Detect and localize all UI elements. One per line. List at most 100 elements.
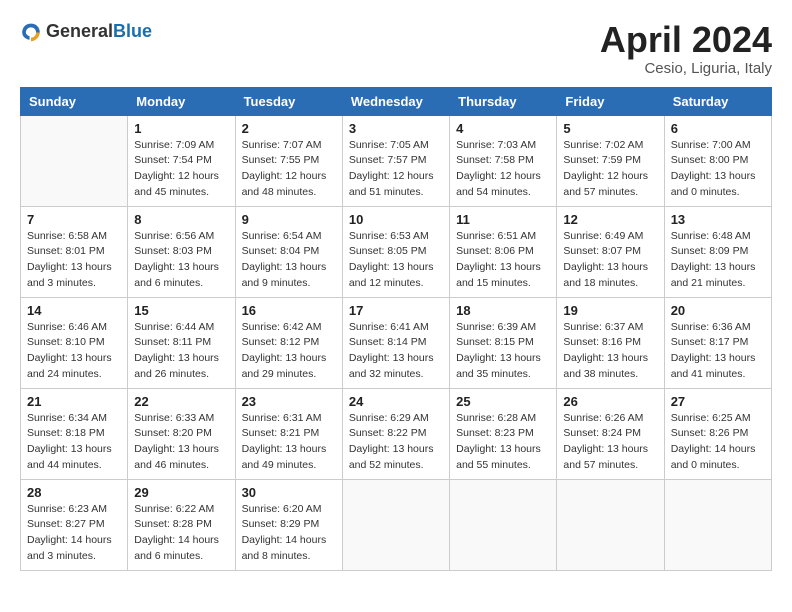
day-info: Sunrise: 6:53 AM Sunset: 8:05 PM Dayligh…	[349, 229, 443, 292]
week-row-0: 1 Sunrise: 7:09 AM Sunset: 7:54 PM Daylig…	[21, 115, 772, 206]
calendar-cell: 17 Sunrise: 6:41 AM Sunset: 8:14 PM Dayli…	[342, 297, 449, 388]
calendar-cell: 3 Sunrise: 7:05 AM Sunset: 7:57 PM Daylig…	[342, 115, 449, 206]
header-cell-wednesday: Wednesday	[342, 87, 449, 115]
day-number: 3	[349, 121, 443, 136]
calendar-cell: 19 Sunrise: 6:37 AM Sunset: 8:16 PM Dayli…	[557, 297, 664, 388]
day-number: 28	[27, 485, 121, 500]
day-number: 29	[134, 485, 228, 500]
calendar-cell: 24 Sunrise: 6:29 AM Sunset: 8:22 PM Dayli…	[342, 388, 449, 479]
day-number: 17	[349, 303, 443, 318]
day-info: Sunrise: 6:25 AM Sunset: 8:26 PM Dayligh…	[671, 411, 765, 474]
header-row: SundayMondayTuesdayWednesdayThursdayFrid…	[21, 87, 772, 115]
day-number: 23	[242, 394, 336, 409]
day-number: 5	[563, 121, 657, 136]
day-info: Sunrise: 6:34 AM Sunset: 8:18 PM Dayligh…	[27, 411, 121, 474]
day-info: Sunrise: 7:03 AM Sunset: 7:58 PM Dayligh…	[456, 138, 550, 201]
calendar-cell	[450, 479, 557, 570]
day-info: Sunrise: 6:44 AM Sunset: 8:11 PM Dayligh…	[134, 320, 228, 383]
day-info: Sunrise: 7:09 AM Sunset: 7:54 PM Dayligh…	[134, 138, 228, 201]
calendar-cell: 18 Sunrise: 6:39 AM Sunset: 8:15 PM Dayli…	[450, 297, 557, 388]
day-number: 24	[349, 394, 443, 409]
day-info: Sunrise: 6:26 AM Sunset: 8:24 PM Dayligh…	[563, 411, 657, 474]
day-info: Sunrise: 7:02 AM Sunset: 7:59 PM Dayligh…	[563, 138, 657, 201]
day-info: Sunrise: 6:42 AM Sunset: 8:12 PM Dayligh…	[242, 320, 336, 383]
calendar-cell	[21, 115, 128, 206]
day-number: 11	[456, 212, 550, 227]
calendar-cell: 30 Sunrise: 6:20 AM Sunset: 8:29 PM Dayli…	[235, 479, 342, 570]
calendar-cell: 5 Sunrise: 7:02 AM Sunset: 7:59 PM Daylig…	[557, 115, 664, 206]
week-row-2: 14Sunrise: 6:46 AM Sunset: 8:10 PM Dayli…	[21, 297, 772, 388]
calendar-title: April 2024	[600, 20, 772, 60]
day-number: 16	[242, 303, 336, 318]
calendar-cell	[342, 479, 449, 570]
calendar-cell: 6 Sunrise: 7:00 AM Sunset: 8:00 PM Daylig…	[664, 115, 771, 206]
calendar-cell: 21 Sunrise: 6:34 AM Sunset: 8:18 PM Dayli…	[21, 388, 128, 479]
week-row-1: 7 Sunrise: 6:58 AM Sunset: 8:01 PM Daylig…	[21, 206, 772, 297]
day-info: Sunrise: 6:29 AM Sunset: 8:22 PM Dayligh…	[349, 411, 443, 474]
day-info: Sunrise: 6:48 AM Sunset: 8:09 PM Dayligh…	[671, 229, 765, 292]
day-number: 21	[27, 394, 121, 409]
header-cell-sunday: Sunday	[21, 87, 128, 115]
day-number: 6	[671, 121, 765, 136]
day-info: Sunrise: 6:20 AM Sunset: 8:29 PM Dayligh…	[242, 502, 336, 565]
day-number: 22	[134, 394, 228, 409]
day-info: Sunrise: 6:37 AM Sunset: 8:16 PM Dayligh…	[563, 320, 657, 383]
calendar-cell: 23 Sunrise: 6:31 AM Sunset: 8:21 PM Dayli…	[235, 388, 342, 479]
calendar-cell: 15 Sunrise: 6:44 AM Sunset: 8:11 PM Dayli…	[128, 297, 235, 388]
calendar-cell: 4 Sunrise: 7:03 AM Sunset: 7:58 PM Daylig…	[450, 115, 557, 206]
calendar-cell: 8Sunrise: 6:56 AM Sunset: 8:03 PM Daylig…	[128, 206, 235, 297]
header-cell-monday: Monday	[128, 87, 235, 115]
day-number: 4	[456, 121, 550, 136]
calendar-cell: 22 Sunrise: 6:33 AM Sunset: 8:20 PM Dayli…	[128, 388, 235, 479]
header-cell-tuesday: Tuesday	[235, 87, 342, 115]
logo-icon	[20, 20, 42, 42]
calendar-cell: 29 Sunrise: 6:22 AM Sunset: 8:28 PM Dayli…	[128, 479, 235, 570]
day-number: 19	[563, 303, 657, 318]
day-info: Sunrise: 6:58 AM Sunset: 8:01 PM Dayligh…	[27, 229, 121, 292]
day-info: Sunrise: 7:00 AM Sunset: 8:00 PM Dayligh…	[671, 138, 765, 201]
day-number: 9	[242, 212, 336, 227]
day-number: 15	[134, 303, 228, 318]
day-info: Sunrise: 6:41 AM Sunset: 8:14 PM Dayligh…	[349, 320, 443, 383]
calendar-subtitle: Cesio, Liguria, Italy	[600, 60, 772, 77]
calendar-cell: 13 Sunrise: 6:48 AM Sunset: 8:09 PM Dayli…	[664, 206, 771, 297]
day-info: Sunrise: 6:28 AM Sunset: 8:23 PM Dayligh…	[456, 411, 550, 474]
day-number: 13	[671, 212, 765, 227]
day-info: Sunrise: 7:05 AM Sunset: 7:57 PM Dayligh…	[349, 138, 443, 201]
day-number: 7	[27, 212, 121, 227]
day-info: Sunrise: 6:23 AM Sunset: 8:27 PM Dayligh…	[27, 502, 121, 565]
day-info: Sunrise: 6:51 AM Sunset: 8:06 PM Dayligh…	[456, 229, 550, 292]
page-header: GeneralBlue April 2024 Cesio, Liguria, I…	[20, 20, 772, 77]
header-cell-thursday: Thursday	[450, 87, 557, 115]
calendar-cell: 2Sunrise: 7:07 AM Sunset: 7:55 PM Daylig…	[235, 115, 342, 206]
day-info: Sunrise: 6:36 AM Sunset: 8:17 PM Dayligh…	[671, 320, 765, 383]
day-info: Sunrise: 6:31 AM Sunset: 8:21 PM Dayligh…	[242, 411, 336, 474]
calendar-table: SundayMondayTuesdayWednesdayThursdayFrid…	[20, 87, 772, 571]
day-number: 18	[456, 303, 550, 318]
calendar-cell: 25Sunrise: 6:28 AM Sunset: 8:23 PM Dayli…	[450, 388, 557, 479]
calendar-cell: 1 Sunrise: 7:09 AM Sunset: 7:54 PM Daylig…	[128, 115, 235, 206]
day-info: Sunrise: 6:22 AM Sunset: 8:28 PM Dayligh…	[134, 502, 228, 565]
week-row-4: 28 Sunrise: 6:23 AM Sunset: 8:27 PM Dayli…	[21, 479, 772, 570]
week-row-3: 21 Sunrise: 6:34 AM Sunset: 8:18 PM Dayli…	[21, 388, 772, 479]
calendar-cell: 9Sunrise: 6:54 AM Sunset: 8:04 PM Daylig…	[235, 206, 342, 297]
logo: GeneralBlue	[20, 20, 152, 42]
calendar-cell: 14Sunrise: 6:46 AM Sunset: 8:10 PM Dayli…	[21, 297, 128, 388]
calendar-cell	[557, 479, 664, 570]
calendar-cell	[664, 479, 771, 570]
calendar-cell: 27 Sunrise: 6:25 AM Sunset: 8:26 PM Dayli…	[664, 388, 771, 479]
day-number: 10	[349, 212, 443, 227]
calendar-cell: 20Sunrise: 6:36 AM Sunset: 8:17 PM Dayli…	[664, 297, 771, 388]
logo-text: GeneralBlue	[46, 21, 152, 42]
day-info: Sunrise: 7:07 AM Sunset: 7:55 PM Dayligh…	[242, 138, 336, 201]
day-info: Sunrise: 6:39 AM Sunset: 8:15 PM Dayligh…	[456, 320, 550, 383]
header-cell-saturday: Saturday	[664, 87, 771, 115]
day-number: 30	[242, 485, 336, 500]
calendar-cell: 7 Sunrise: 6:58 AM Sunset: 8:01 PM Daylig…	[21, 206, 128, 297]
day-number: 1	[134, 121, 228, 136]
day-info: Sunrise: 6:46 AM Sunset: 8:10 PM Dayligh…	[27, 320, 121, 383]
day-number: 27	[671, 394, 765, 409]
calendar-cell: 26Sunrise: 6:26 AM Sunset: 8:24 PM Dayli…	[557, 388, 664, 479]
day-info: Sunrise: 6:33 AM Sunset: 8:20 PM Dayligh…	[134, 411, 228, 474]
calendar-cell: 16 Sunrise: 6:42 AM Sunset: 8:12 PM Dayli…	[235, 297, 342, 388]
